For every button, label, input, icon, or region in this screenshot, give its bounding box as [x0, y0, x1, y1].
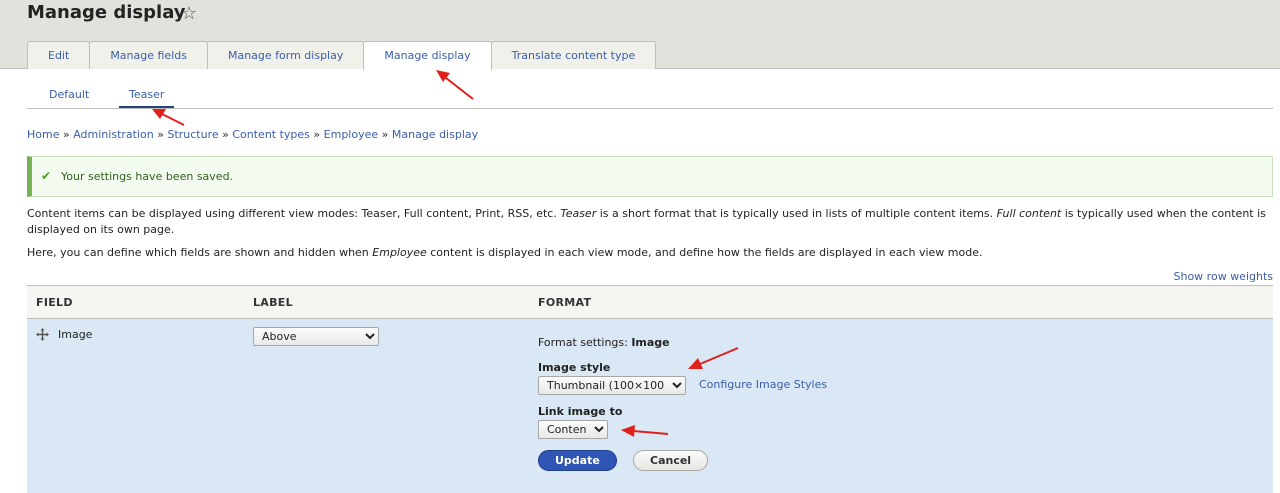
subtab-default[interactable]: Default [49, 88, 89, 101]
annotation-arrowhead [436, 70, 450, 82]
breadcrumb-separator: » [157, 128, 168, 141]
breadcrumb-separator: » [62, 128, 74, 141]
update-button[interactable]: Update [538, 450, 617, 471]
link-image-to-label: Link image to [538, 405, 623, 418]
description-emphasis: Teaser [560, 207, 597, 220]
image-style-select[interactable]: Thumbnail (100×100) [538, 376, 686, 395]
breadcrumb-home[interactable]: Home [27, 128, 59, 141]
description-text: is a short format that is typically used… [596, 207, 997, 220]
star-icon[interactable]: ☆ [181, 3, 197, 24]
breadcrumb-separator: » [313, 128, 324, 141]
breadcrumb-content-types[interactable]: Content types [232, 128, 310, 141]
breadcrumb-employee[interactable]: Employee [324, 128, 378, 141]
configure-image-styles-link[interactable]: Configure Image Styles [699, 378, 827, 391]
status-message-text: Your settings have been saved. [61, 170, 234, 183]
link-image-to-select[interactable]: Content [538, 420, 608, 439]
secondary-tabs: Default Teaser [27, 88, 1273, 109]
table-row: Image Above Format settings: Image Image… [27, 319, 1273, 493]
show-row-weights-link[interactable]: Show row weights [1174, 270, 1274, 283]
cancel-button[interactable]: Cancel [633, 450, 709, 471]
breadcrumb: Home » Administration » Structure » Cont… [27, 128, 478, 141]
page-title: Manage display [27, 2, 186, 23]
breadcrumb-structure[interactable]: Structure [167, 128, 218, 141]
description-text: Content items can be displayed using dif… [27, 207, 561, 220]
format-settings-name: Image [631, 336, 670, 349]
table-header: FIELD LABEL FORMAT [27, 285, 1273, 319]
check-icon: ✔ [41, 169, 52, 183]
subtab-teaser[interactable]: Teaser [119, 88, 175, 108]
annotation-arrow-teaser [161, 113, 185, 126]
description-text: Here, you can define which fields are sh… [27, 246, 373, 259]
description-text: content is displayed in each view mode, … [426, 246, 983, 259]
tab-translate-content-type[interactable]: Translate content type [490, 41, 657, 69]
column-header-label: LABEL [253, 296, 293, 309]
description-emphasis: Full content [996, 207, 1062, 220]
breadcrumb-administration[interactable]: Administration [73, 128, 154, 141]
breadcrumb-separator: » [222, 128, 233, 141]
annotation-arrowhead [152, 109, 166, 119]
field-name: Image [58, 328, 93, 341]
breadcrumb-separator: » [381, 128, 392, 141]
tab-manage-display[interactable]: Manage display [363, 41, 492, 70]
tab-edit[interactable]: Edit [27, 41, 91, 69]
column-header-field: FIELD [36, 296, 73, 309]
image-style-label: Image style [538, 361, 611, 374]
drag-handle-icon[interactable] [36, 328, 49, 341]
primary-tabs: Edit Manage fields Manage form display M… [27, 41, 657, 70]
tab-manage-form-display[interactable]: Manage form display [206, 41, 365, 69]
format-settings-heading: Format settings: Image [538, 336, 670, 349]
description-paragraph: Content items can be displayed using dif… [27, 206, 1273, 238]
description-paragraph-2: Here, you can define which fields are sh… [27, 246, 1273, 259]
breadcrumb-manage-display[interactable]: Manage display [392, 128, 478, 141]
format-settings-prefix: Format settings: [538, 336, 632, 349]
status-message: ✔ Your settings have been saved. [27, 156, 1273, 197]
tab-manage-fields[interactable]: Manage fields [89, 41, 208, 69]
description-emphasis: Employee [372, 246, 427, 259]
column-header-format: FORMAT [538, 296, 592, 309]
page-header: Manage display ☆ Edit Manage fields Mana… [0, 0, 1280, 70]
label-display-select[interactable]: Above [253, 327, 379, 346]
